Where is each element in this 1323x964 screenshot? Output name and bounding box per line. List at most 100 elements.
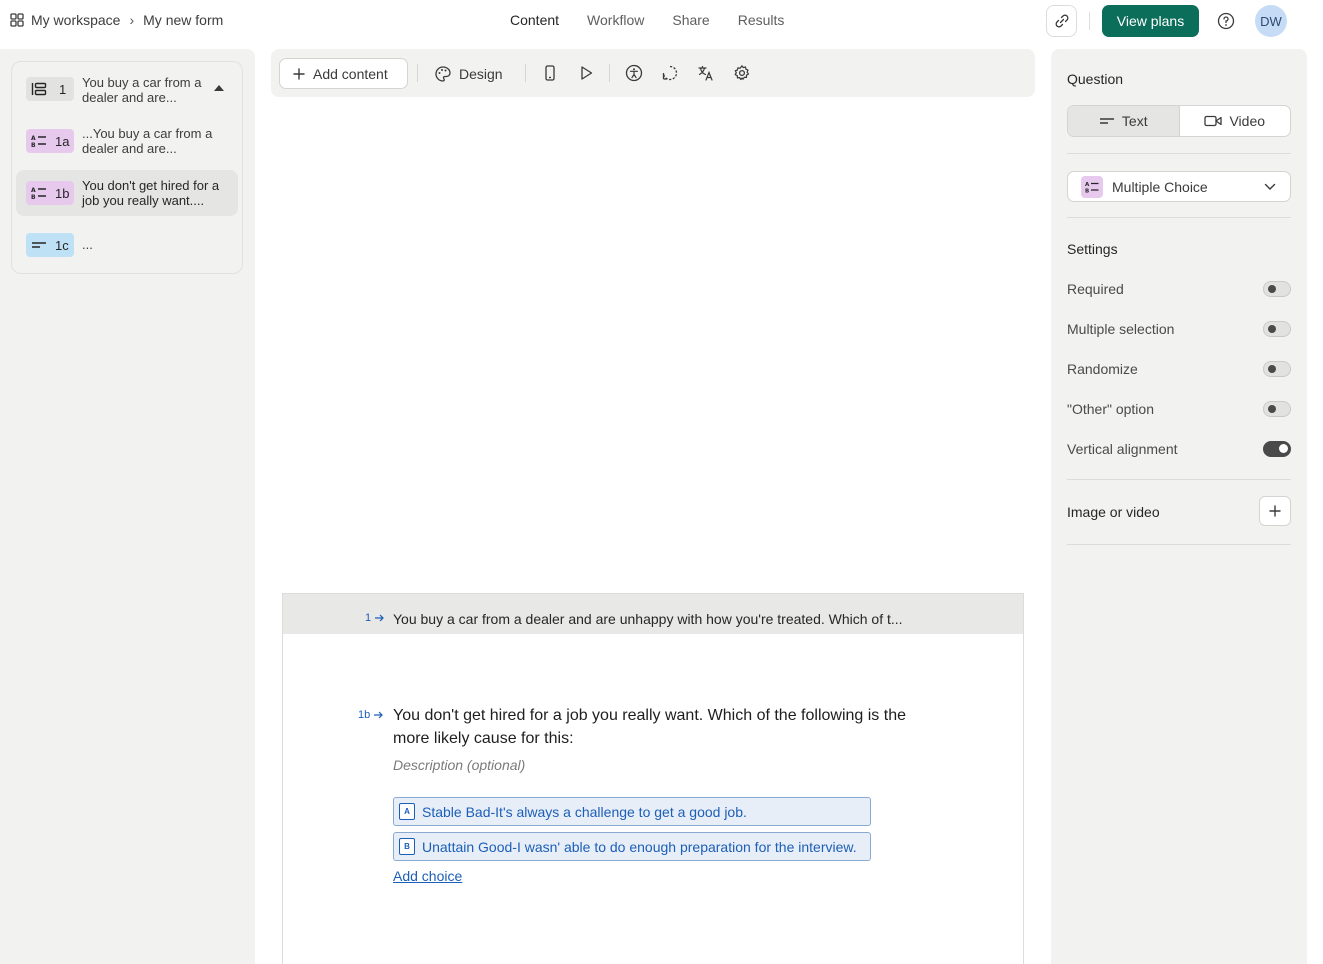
mobile-preview-icon[interactable] [541,64,559,82]
current-question-number-label: 1b [358,709,371,721]
toggle-knob [1268,405,1276,413]
question-title[interactable]: You don't get hired for a job you really… [393,704,913,750]
choice-a[interactable]: A Stable Bad-It's always a challenge to … [393,797,871,826]
toggle-knob [1268,325,1276,333]
setting-vertical-alignment: Vertical alignment [1067,439,1291,459]
video-icon [1204,114,1229,128]
toolbar-divider [417,64,418,82]
format-video-label: Video [1229,113,1266,129]
play-icon[interactable] [577,64,595,82]
format-text-label: Text [1121,113,1148,129]
question-badge: 1c [26,233,74,257]
toggle-knob [1268,365,1276,373]
short-text-icon [26,238,47,252]
tab-results[interactable]: Results [724,12,799,28]
choice-key: B [399,838,415,855]
divider [1067,544,1291,545]
editor-toolbar: Add content Design [271,49,1035,97]
previous-question-text: You buy a car from a dealer and are unha… [393,611,903,627]
breadcrumb-separator: › [129,12,135,28]
randomize-toggle[interactable] [1263,361,1291,377]
format-video-option[interactable]: Video [1180,106,1291,136]
question-number: 1 [59,81,67,97]
avatar[interactable]: DW [1255,5,1287,37]
chevron-down-icon [1264,183,1276,191]
question-item-1a[interactable]: AB 1a ...You buy a car from a dealer and… [16,118,238,164]
setting-other-option: "Other" option [1067,399,1291,419]
question-description[interactable]: Description (optional) [393,757,525,773]
question-item-1c[interactable]: 1c ... [16,222,238,268]
question-badge: AB 1b [26,181,74,205]
divider [1067,217,1291,218]
logic-icon[interactable] [661,64,679,82]
collapse-icon[interactable] [214,85,224,91]
add-content-button[interactable]: Add content [279,58,408,89]
header-divider [1089,12,1090,30]
add-media-button[interactable] [1259,496,1291,526]
arrow-right-icon [373,710,384,720]
main-nav: Content Workflow Share Results [496,12,798,28]
question-item-label: You buy a car from a dealer and are... [82,75,202,105]
divider [1067,479,1291,480]
previous-question-bar[interactable]: 1 You buy a car from a dealer and are un… [283,594,1023,634]
multiple-selection-toggle[interactable] [1263,321,1291,337]
choice-b[interactable]: B Unattain Good-I wasn' able to do enoug… [393,832,871,861]
breadcrumb-form[interactable]: My new form [143,12,223,28]
toggle-knob [1279,444,1288,453]
svg-text:A: A [31,135,36,142]
tab-content[interactable]: Content [496,12,573,28]
vertical-alignment-toggle[interactable] [1263,441,1291,457]
copy-link-button[interactable] [1046,5,1077,37]
view-plans-button[interactable]: View plans [1102,5,1199,37]
setting-label: Required [1067,281,1124,297]
image-or-video-row: Image or video [1067,496,1291,528]
question-item-label: You don't get hired for a job you really… [82,178,220,208]
design-label: Design [459,65,503,82]
arrow-right-icon [374,613,384,623]
add-content-label: Add content [313,65,388,82]
svg-text:B: B [31,142,36,148]
setting-label: Multiple selection [1067,321,1175,337]
question-heading: Question [1067,71,1124,87]
translate-icon[interactable] [697,64,715,82]
question-item-1[interactable]: 1 You buy a car from a dealer and are... [16,66,238,112]
multiple-choice-icon: AB [26,186,47,200]
multiple-choice-icon: AB [26,134,47,148]
settings-heading: Settings [1067,241,1118,257]
breadcrumb-workspace[interactable]: My workspace [31,12,120,28]
previous-question-number: 1 [365,612,384,624]
setting-label: "Other" option [1067,401,1154,417]
gear-icon[interactable] [733,64,751,82]
question-item-1b[interactable]: AB 1b You don't get hired for a job you … [16,170,238,216]
divider [1067,153,1291,154]
choice-key: A [399,803,415,820]
format-text-option[interactable]: Text [1068,106,1180,136]
question-item-label: ...You buy a car from a dealer and are..… [82,126,213,156]
breadcrumb: My workspace › My new form [10,12,223,28]
current-question-number: 1b [358,709,384,721]
required-toggle[interactable] [1263,281,1291,297]
question-settings-panel: Question Text Video AB Multiple Choice S… [1051,49,1307,964]
tab-share[interactable]: Share [658,12,723,28]
question-type-select[interactable]: AB Multiple Choice [1067,171,1291,202]
palette-icon [434,65,459,83]
question-item-label: ... [82,237,93,252]
link-icon [1054,13,1070,29]
tab-workflow[interactable]: Workflow [573,12,658,28]
design-button[interactable]: Design [434,58,503,89]
help-icon[interactable] [1215,10,1237,32]
choice-label: Stable Bad-It's always a challenge to ge… [422,803,747,820]
form-preview: 1 You buy a car from a dealer and are un… [282,593,1024,964]
multiple-choice-icon: AB [1081,175,1103,198]
image-or-video-heading: Image or video [1067,504,1160,520]
accessibility-icon[interactable] [625,64,643,82]
svg-text:A: A [1085,182,1090,188]
toolbar-divider [525,64,526,82]
other-option-toggle[interactable] [1263,401,1291,417]
previous-question-number-label: 1 [365,612,372,624]
svg-text:B: B [31,194,36,200]
setting-label: Vertical alignment [1067,441,1178,457]
add-choice-link[interactable]: Add choice [393,868,462,884]
text-format-icon [1099,115,1122,127]
grid-icon[interactable] [10,13,24,27]
